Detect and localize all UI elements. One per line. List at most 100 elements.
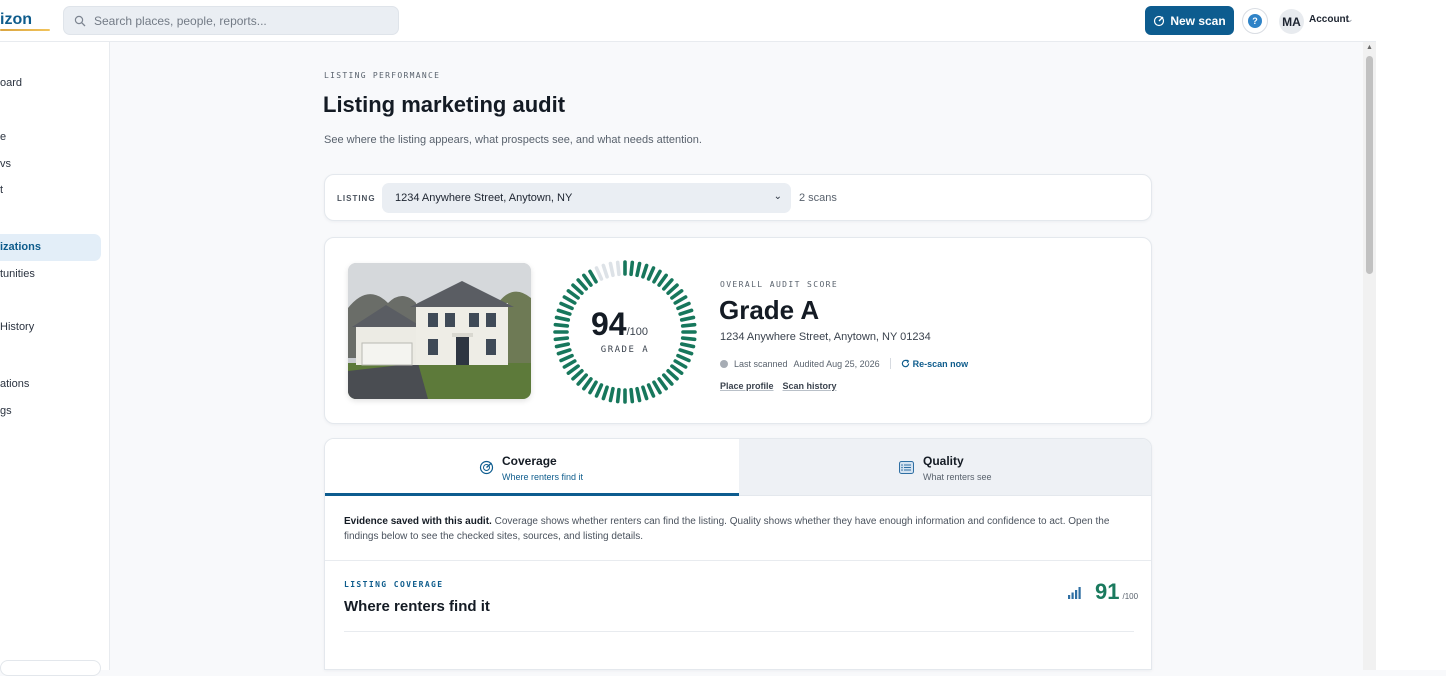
signal-bars-icon: [1068, 587, 1081, 599]
window-margin: [1376, 0, 1446, 670]
page-title: Listing marketing audit: [323, 92, 566, 117]
scrollbar-thumb[interactable]: [1366, 56, 1373, 274]
coverage-score-out-of: /100: [1122, 592, 1139, 601]
ring-segment: [601, 263, 609, 279]
grade-heading: Grade A: [719, 295, 820, 325]
listing-address: 1234 Anywhere Street, Anytown, NY 01234: [720, 331, 931, 343]
list-icon: [899, 461, 914, 474]
ring-segment: [652, 269, 662, 284]
last-scanned-label: Last scanned: [734, 358, 788, 369]
scan-history-link[interactable]: Scan history: [783, 381, 837, 391]
ring-segment: [666, 369, 679, 381]
ring-segment: [635, 261, 642, 278]
ring-segment: [571, 369, 584, 381]
tab-coverage-subtitle: Where renters find it: [502, 472, 584, 482]
ring-segment: [679, 342, 696, 349]
listing-label: LISTING: [337, 194, 376, 203]
ring-segment: [680, 336, 697, 342]
ring-segment: [556, 348, 572, 356]
ring-segment: [676, 301, 691, 311]
ring-segment: [566, 289, 580, 300]
ring-segment: [673, 359, 688, 369]
ring-segment: [571, 283, 584, 295]
ring-segment: [635, 386, 642, 403]
scroll-up-icon[interactable]: ▲: [1366, 44, 1373, 51]
ring-segment: [657, 273, 668, 287]
avatar[interactable]: MA: [1279, 9, 1304, 34]
tab-quality-title: Quality: [923, 454, 964, 468]
ring-segment: [615, 260, 621, 277]
tab-coverage-title: Coverage: [502, 454, 557, 468]
ring-segment: [673, 295, 688, 305]
sidebar-item-history[interactable]: History: [0, 321, 34, 333]
sidebar-item-dashboard[interactable]: oard: [0, 77, 22, 89]
ring-segment: [576, 278, 588, 291]
divider: [344, 631, 1134, 632]
ring-segment: [641, 385, 649, 401]
ring-segment: [566, 364, 580, 375]
listing-selector-card: LISTING 1234 Anywhere Street, Anytown, N…: [324, 174, 1152, 221]
help-button[interactable]: ?: [1242, 8, 1268, 34]
ring-grade-label: GRADE A: [600, 345, 650, 355]
score-card: 94/100 GRADE A OVERALL AUDIT SCORE Grade…: [324, 237, 1152, 424]
refresh-icon: [901, 359, 909, 368]
listing-photo: [348, 263, 531, 399]
ring-segment: [576, 373, 588, 386]
ring-segment: [666, 283, 679, 295]
sidebar-item-reviews[interactable]: vs: [0, 158, 11, 170]
sidebar-footer[interactable]: [0, 660, 101, 676]
ring-segment: [679, 315, 696, 322]
ring-segment: [608, 386, 615, 403]
evidence-note-bold: Evidence saved with this audit.: [344, 516, 492, 527]
chevron-down-icon: ⌄: [773, 191, 782, 202]
ring-segment: [629, 387, 635, 404]
ring-score: 94/100: [591, 306, 661, 343]
sidebar-item[interactable]: e: [0, 131, 6, 143]
ring-segment: [608, 261, 615, 278]
coverage-title: Where renters find it: [344, 598, 490, 615]
meta-separator: [889, 358, 891, 369]
account-menu[interactable]: Account: [1309, 14, 1349, 25]
sidebar-item-opportunities[interactable]: tunities: [0, 268, 35, 280]
sidebar-item[interactable]: t: [0, 184, 3, 196]
tab-quality[interactable]: Quality What renters see: [739, 439, 1151, 496]
sidebar-item-locations[interactable]: ations: [0, 378, 29, 390]
coverage-eyebrow: LISTING COVERAGE: [344, 580, 444, 589]
place-profile-link[interactable]: Place profile: [720, 381, 774, 391]
audited-date: Audited Aug 25, 2026: [793, 358, 880, 369]
ring-segment: [588, 380, 598, 395]
logo-swoosh: [0, 29, 50, 31]
ring-segment: [646, 383, 656, 398]
ring-segment: [582, 273, 593, 287]
scan-meta: Last scanned Audited Aug 25, 2026 Re-sca…: [720, 358, 968, 369]
ring-segment: [559, 301, 574, 311]
tab-quality-subtitle: What renters see: [923, 472, 992, 482]
score-value: 94: [591, 306, 627, 342]
ring-segment: [662, 373, 674, 386]
listing-select[interactable]: 1234 Anywhere Street, Anytown, NY ⌄: [382, 183, 791, 213]
ring-segment: [662, 278, 674, 291]
scan-count: 2 scans: [799, 192, 837, 204]
ring-segment: [680, 322, 697, 328]
ring-segment: [629, 260, 635, 277]
divider: [325, 560, 1151, 561]
sidebar-item-settings[interactable]: gs: [0, 405, 12, 417]
tab-coverage[interactable]: Coverage Where renters find it: [325, 439, 739, 496]
ring-segment: [594, 383, 604, 398]
radar-icon: [479, 460, 494, 475]
rescan-button[interactable]: Re-scan now: [901, 359, 968, 369]
sidebar-item-optimizations[interactable]: izations: [0, 241, 41, 253]
new-scan-button[interactable]: New scan: [1145, 6, 1234, 35]
status-dot-icon: [720, 359, 728, 368]
ring-segment: [670, 364, 684, 375]
chevron-down-icon[interactable]: ⌄: [1346, 14, 1354, 25]
page-eyebrow: LISTING PERFORMANCE: [324, 71, 441, 80]
search-input[interactable]: Search places, people, reports...: [63, 6, 399, 35]
app-logo[interactable]: izon: [0, 11, 32, 29]
ring-segment: [554, 315, 571, 322]
ring-segment: [678, 308, 694, 316]
ring-segment: [641, 263, 649, 279]
ring-segment: [594, 266, 604, 281]
coverage-score-value: 91: [1095, 579, 1120, 604]
ring-segment: [556, 308, 572, 316]
